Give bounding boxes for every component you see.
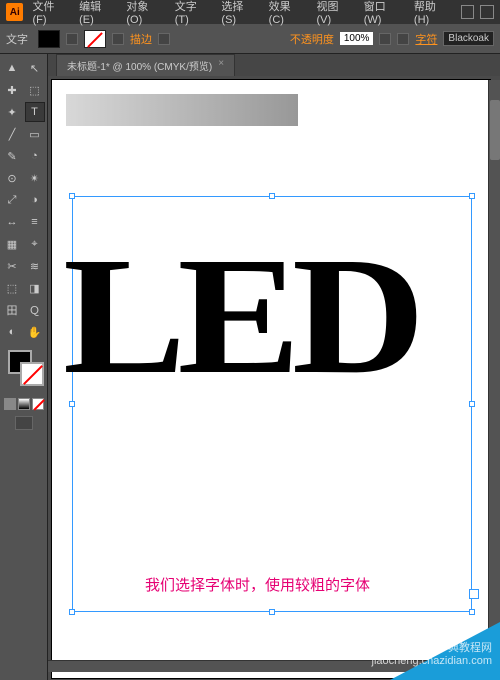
scrollbar-vertical[interactable]	[488, 80, 500, 660]
eraser-tool[interactable]: ✴	[25, 168, 45, 188]
menu-type[interactable]: 文字(T)	[170, 0, 215, 28]
color-mode-gradient[interactable]	[18, 398, 30, 410]
handle-bot-left[interactable]	[69, 609, 75, 615]
menu-effect[interactable]: 效果(C)	[264, 0, 310, 28]
placeholder-rect	[66, 94, 298, 126]
mesh-tool[interactable]: ✂	[2, 256, 22, 276]
watermark-line1: 查字典教程网	[372, 642, 492, 655]
graph-tool[interactable]: Ｑ	[25, 300, 45, 320]
close-icon[interactable]: ×	[218, 58, 224, 73]
document-tab-bar: 未标题-1* @ 100% (CMYK/预览) ×	[48, 54, 500, 76]
width-tool[interactable]: ↔	[2, 212, 22, 232]
menu-object[interactable]: 对象(O)	[121, 0, 167, 28]
options-bar: 文字 描边 不透明度 100% 字符 Blackoak	[0, 24, 500, 54]
stroke-color[interactable]	[20, 362, 44, 386]
document-area: 未标题-1* @ 100% (CMYK/预览) × LED 我	[48, 54, 500, 680]
layout-icon-2[interactable]	[480, 5, 494, 19]
handle-top-left[interactable]	[69, 193, 75, 199]
screen-mode-button[interactable]	[15, 416, 33, 430]
title-bar: Ai 文件(F) 编辑(E) 对象(O) 文字(T) 选择(S) 效果(C) 视…	[0, 0, 500, 24]
rectangle-tool[interactable]: ▭	[25, 124, 45, 144]
watermark: 查字典教程网 jiaocheng.chazidian.com	[372, 642, 492, 668]
symbol-sprayer-tool[interactable]: 田	[2, 300, 22, 320]
style-icon[interactable]	[397, 33, 409, 45]
pen-tool[interactable]: ✦	[2, 102, 22, 122]
canvas-note-text[interactable]: 我们选择字体时，使用较粗的字体	[145, 574, 370, 595]
text-outport-icon[interactable]	[469, 589, 479, 599]
menu-file[interactable]: 文件(F)	[27, 0, 72, 28]
type-tool[interactable]: T	[25, 102, 45, 122]
lasso-tool[interactable]: ⬚	[25, 80, 45, 100]
opacity-label: 不透明度	[290, 31, 334, 47]
direct-selection-tool[interactable]: ↖	[25, 58, 45, 78]
magic-wand-tool[interactable]: ✚	[2, 80, 22, 100]
workspace: ▲ ↖ ✚ ⬚ ✦ T ╱ ▭ ✎ ◔ ⊙ ✴ ⤢ ◑ ↔ ≡ ▦ ⌖ ✂ ≋ …	[0, 54, 500, 680]
color-mode-solid[interactable]	[4, 398, 16, 410]
menu-window[interactable]: 窗口(W)	[359, 0, 407, 28]
menu-select[interactable]: 选择(S)	[216, 0, 261, 28]
fill-swatch[interactable]	[38, 30, 60, 48]
watermark-line2: jiaocheng.chazidian.com	[372, 655, 492, 668]
pencil-tool[interactable]: ◔	[25, 146, 45, 166]
eyedropper-tool[interactable]: ⬚	[2, 278, 22, 298]
text-frame-selection[interactable]: LED 我们选择字体时，使用较粗的字体	[72, 196, 472, 612]
shape-builder-tool[interactable]: ▦	[2, 234, 22, 254]
color-section	[2, 350, 45, 394]
paintbrush-tool[interactable]: ✎	[2, 146, 22, 166]
fill-dropdown-icon[interactable]	[66, 33, 78, 45]
tool-grid: ▲ ↖ ✚ ⬚ ✦ T ╱ ▭ ✎ ◔ ⊙ ✴ ⤢ ◑ ↔ ≡ ▦ ⌖ ✂ ≋ …	[2, 58, 45, 342]
handle-top-right[interactable]	[469, 193, 475, 199]
scroll-thumb[interactable]	[490, 100, 500, 160]
opacity-dropdown-icon[interactable]	[379, 33, 391, 45]
layout-icon[interactable]	[461, 5, 475, 19]
screen-mode-row	[2, 416, 45, 430]
handle-bot-mid[interactable]	[269, 609, 275, 615]
menu-edit[interactable]: 编辑(E)	[74, 0, 119, 28]
main-menu: 文件(F) 编辑(E) 对象(O) 文字(T) 选择(S) 效果(C) 视图(V…	[27, 0, 454, 28]
selection-tool[interactable]: ▲	[2, 58, 22, 78]
gradient-tool[interactable]: ≋	[25, 256, 45, 276]
color-mode-none[interactable]	[32, 398, 44, 410]
menu-help[interactable]: 帮助(H)	[409, 0, 455, 28]
slice-tool[interactable]: ✋	[25, 322, 45, 342]
handle-bot-right[interactable]	[469, 609, 475, 615]
current-tool-label: 文字	[6, 31, 28, 47]
scale-tool[interactable]: ◑	[25, 190, 45, 210]
app-logo: Ai	[6, 3, 23, 21]
stroke-swatch[interactable]	[84, 30, 106, 48]
menu-view[interactable]: 视图(V)	[311, 0, 356, 28]
tools-panel: ▲ ↖ ✚ ⬚ ✦ T ╱ ▭ ✎ ◔ ⊙ ✴ ⤢ ◑ ↔ ≡ ▦ ⌖ ✂ ≋ …	[0, 54, 48, 680]
opacity-value[interactable]: 100%	[340, 32, 374, 45]
perspective-tool[interactable]: ⌖	[25, 234, 45, 254]
canvas[interactable]: LED 我们选择字体时，使用较粗的字体	[48, 76, 500, 680]
document-tab-title: 未标题-1* @ 100% (CMYK/预览)	[67, 58, 212, 73]
handle-mid-right[interactable]	[469, 401, 475, 407]
character-panel-link[interactable]: 字符	[415, 31, 437, 47]
line-tool[interactable]: ╱	[2, 124, 22, 144]
color-mode-row	[2, 398, 45, 410]
document-tab[interactable]: 未标题-1* @ 100% (CMYK/预览) ×	[56, 54, 235, 76]
stroke-dropdown-icon[interactable]	[112, 33, 124, 45]
blend-tool[interactable]: ◨	[25, 278, 45, 298]
stroke-weight-dropdown[interactable]	[158, 33, 170, 45]
stroke-label[interactable]: 描边	[130, 31, 152, 47]
free-transform-tool[interactable]: ≡	[25, 212, 45, 232]
blob-brush-tool[interactable]: ⊙	[2, 168, 22, 188]
artboard-tool[interactable]: ◐	[2, 322, 22, 342]
artboard: LED 我们选择字体时，使用较粗的字体	[52, 80, 490, 678]
font-family-field[interactable]: Blackoak	[443, 31, 494, 46]
canvas-main-text[interactable]: LED	[79, 241, 465, 392]
rotate-tool[interactable]: ⤢	[2, 190, 22, 210]
handle-top-mid[interactable]	[269, 193, 275, 199]
